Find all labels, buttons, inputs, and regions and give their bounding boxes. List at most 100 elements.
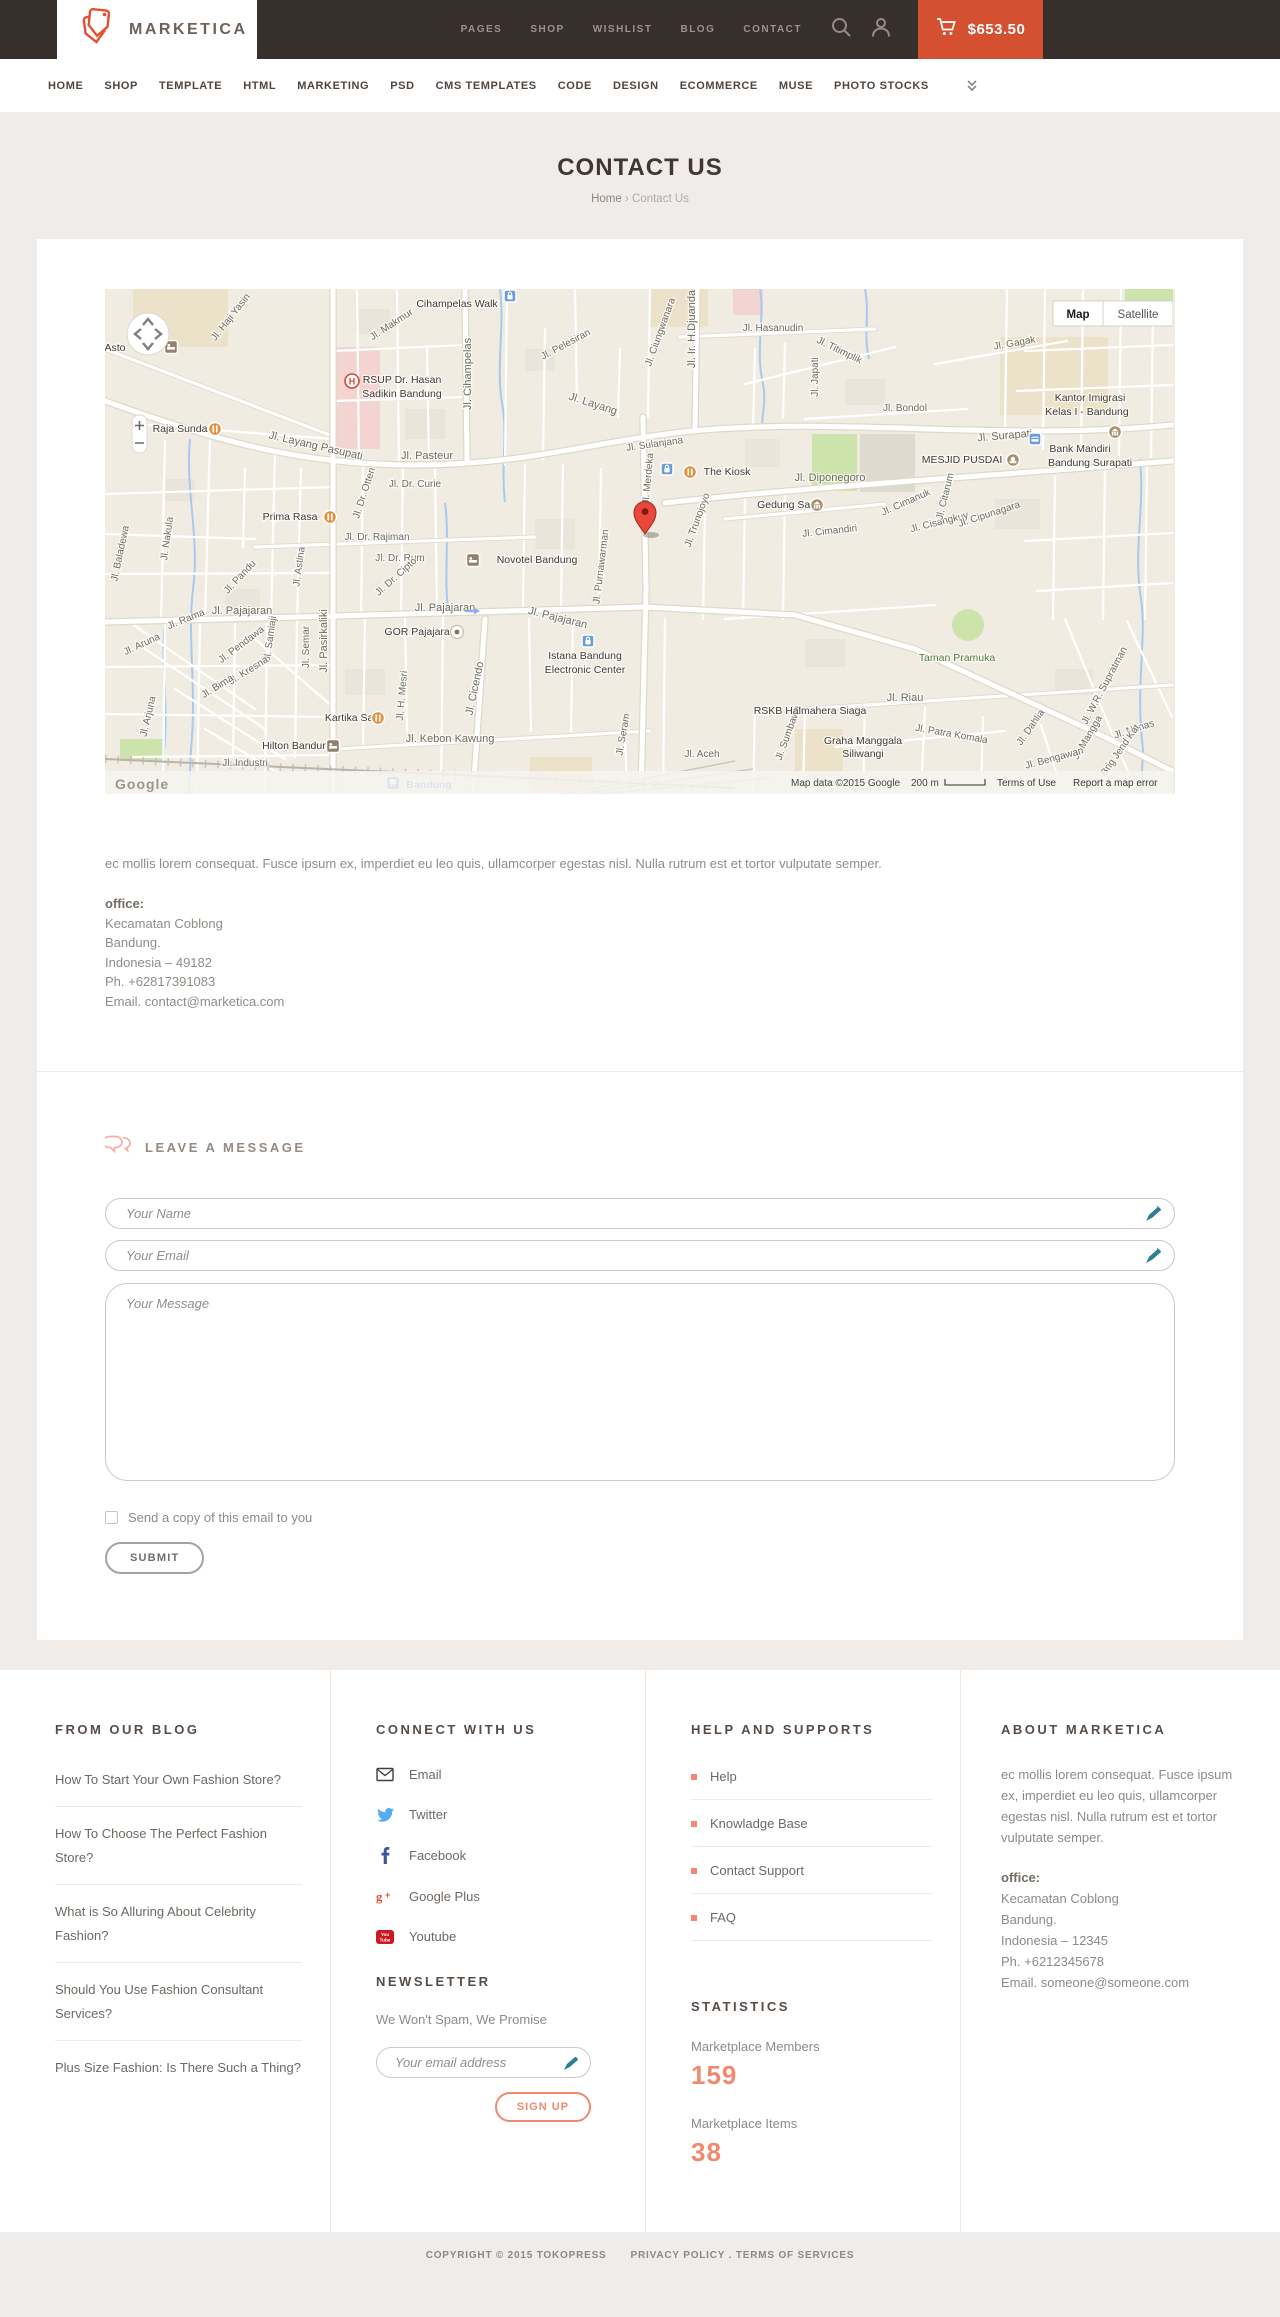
message-textarea[interactable] [105, 1283, 1175, 1481]
social-link-googleplus[interactable]: g + Google Plus [376, 1889, 617, 1904]
map-button-label[interactable]: Map [1067, 309, 1090, 321]
google-map[interactable]: Jl. Haji Yasin Jl. Makmur Jl. Cihampelas Jl… [105, 289, 1175, 794]
map-poi-label: The Kiosk [704, 466, 751, 478]
map-poi-label: Novotel Bandung [497, 554, 578, 566]
category-nav: HOME SHOP TEMPLATE HTML MARKETING PSD CM… [0, 59, 1280, 112]
user-account-icon[interactable] [870, 16, 892, 43]
nav-design[interactable]: DESIGN [613, 80, 659, 92]
social-link-twitter[interactable]: Twitter [376, 1807, 617, 1822]
top-nav-pages[interactable]: PAGES [461, 24, 503, 35]
blog-post-link[interactable]: What is So Alluring About Celebrity Fash… [55, 1885, 302, 1963]
map-poi-mall-icon[interactable] [581, 634, 595, 648]
top-nav-contact[interactable]: CONTACT [743, 24, 802, 35]
nav-cms-templates[interactable]: CMS TEMPLATES [436, 80, 537, 92]
nav-html[interactable]: HTML [243, 80, 276, 92]
newsletter-email-input[interactable] [376, 2047, 591, 2078]
cart-button[interactable]: $653.50 [918, 0, 1043, 59]
name-input[interactable] [105, 1198, 1175, 1229]
social-label: Facebook [409, 1848, 467, 1863]
top-header: MARKETICA PAGES SHOP WISHLIST BLOG CONTA… [0, 0, 1280, 59]
svg-text:H: H [349, 376, 356, 386]
help-label: FAQ [710, 1910, 737, 1925]
nav-ecommerce[interactable]: ECOMMERCE [680, 80, 758, 92]
nav-home[interactable]: HOME [48, 80, 83, 92]
blog-post-link[interactable]: Plus Size Fashion: Is There Such a Thing… [55, 2041, 302, 2094]
map-poi-label: Kelas I - Bandung [1045, 406, 1129, 418]
map-poi-hotel-icon[interactable] [465, 552, 481, 568]
search-icon[interactable] [830, 16, 852, 43]
map-poi-museum-icon[interactable] [1107, 424, 1123, 440]
blog-post-link[interactable]: How To Choose The Perfect Fashion Store? [55, 1807, 302, 1885]
blog-post-link[interactable]: Should You Use Fashion Consultant Servic… [55, 1963, 302, 2041]
map-poi-mall-icon[interactable] [660, 462, 674, 476]
map-poi-label: Istana Bandung [548, 650, 622, 662]
office-line: Bandung. [1001, 1912, 1057, 1927]
map-poi-mosque-icon[interactable] [1005, 452, 1021, 468]
top-nav-wishlist[interactable]: WISHLIST [593, 24, 653, 35]
stat-members-value: 159 [691, 2060, 738, 2090]
nav-template[interactable]: TEMPLATE [159, 80, 222, 92]
help-link[interactable]: Knowladge Base [691, 1800, 932, 1847]
stat-items-label: Marketplace Items [691, 2116, 798, 2131]
logo[interactable]: MARKETICA [57, 0, 257, 59]
map-pan-control[interactable] [126, 312, 170, 356]
map-poi-hotel-icon[interactable] [325, 738, 341, 754]
about-office-block: office: Kecamatan Coblong Bandung. Indon… [1001, 1867, 1233, 1993]
help-link[interactable]: Help [691, 1753, 932, 1800]
social-label: Email [409, 1767, 442, 1782]
map-poi-museum-icon[interactable] [809, 497, 825, 513]
svg-text:g: g [376, 1890, 383, 1904]
map-poi-food-icon[interactable] [682, 464, 698, 480]
map-attribution: Google Map data ©2015 Google 200 m Terms… [105, 771, 1173, 794]
terms-of-use-link[interactable]: Terms of Use [997, 778, 1056, 789]
nav-muse[interactable]: MUSE [779, 80, 813, 92]
satellite-button-label[interactable]: Satellite [1118, 309, 1159, 321]
email-input[interactable] [105, 1240, 1175, 1271]
map-poi-hosp-icon[interactable]: H [344, 373, 360, 389]
map-street-label: Jl. Ir. H.Djuanda [686, 289, 698, 368]
help-link[interactable]: Contact Support [691, 1847, 932, 1894]
map-poi-label: Asto [105, 342, 126, 354]
send-copy-checkbox[interactable] [105, 1511, 118, 1524]
breadcrumb-home[interactable]: Home [591, 193, 622, 205]
breadcrumb-current: Contact Us [632, 193, 689, 205]
nav-shop[interactable]: SHOP [104, 80, 138, 92]
map-poi-gor-icon[interactable] [449, 624, 465, 640]
social-link-email[interactable]: Email [376, 1767, 617, 1782]
map-poi-food-icon[interactable] [370, 710, 386, 726]
top-nav-blog[interactable]: BLOG [680, 24, 715, 35]
privacy-policy-link[interactable]: PRIVACY POLICY [631, 2250, 726, 2261]
map-street-label: Jl. Riau [887, 692, 924, 704]
nav-psd[interactable]: PSD [390, 80, 414, 92]
blog-post-link[interactable]: How To Start Your Own Fashion Store? [55, 1753, 302, 1807]
tag-logo-icon [80, 6, 118, 53]
map-street-label: Jl. Pasteur [401, 450, 453, 462]
map-data-credit: Map data ©2015 Google [791, 778, 901, 789]
connect-heading: CONNECT WITH US [376, 1722, 537, 1737]
map-street-label: Jl. Bondol [883, 403, 927, 414]
newsletter-tagline: We Won't Spam, We Promise [376, 2012, 547, 2027]
map-poi-label: Raja Sunda [153, 423, 208, 435]
map-poi-food-icon[interactable] [207, 421, 223, 437]
social-link-youtube[interactable]: You Tube Youtube [376, 1929, 617, 1944]
submit-button[interactable]: SUBMIT [105, 1542, 205, 1574]
map-street-label: Jl. Dr. Curie [389, 479, 442, 490]
top-nav-shop[interactable]: SHOP [530, 24, 564, 35]
report-map-error-link[interactable]: Report a map error [1073, 778, 1158, 789]
terms-of-services-link[interactable]: TERMS OF SERVICES [736, 2250, 854, 2261]
map-poi-bank-icon[interactable] [1028, 432, 1042, 446]
map-poi-mall-icon[interactable] [503, 289, 517, 303]
map-poi-food-icon[interactable] [322, 509, 338, 525]
nav-photo-stocks[interactable]: PHOTO STOCKS [834, 80, 929, 92]
map-poi-label: Siliwangi [842, 748, 883, 760]
blog-heading: FROM OUR BLOG [55, 1722, 200, 1737]
office-line: Indonesia – 49182 [105, 954, 212, 970]
signup-button[interactable]: SIGN UP [494, 2092, 591, 2122]
map-zoom-control[interactable] [131, 414, 148, 454]
help-link[interactable]: FAQ [691, 1894, 932, 1941]
nav-marketing[interactable]: MARKETING [297, 80, 369, 92]
social-link-facebook[interactable]: Facebook [376, 1847, 617, 1864]
more-categories-chevron-icon[interactable] [966, 79, 978, 92]
nav-code[interactable]: CODE [558, 80, 592, 92]
social-label: Youtube [409, 1929, 457, 1944]
